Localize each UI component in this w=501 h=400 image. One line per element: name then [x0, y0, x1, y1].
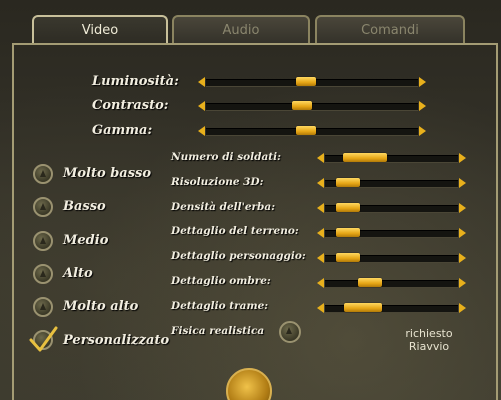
arrow-left-icon[interactable] [317, 278, 324, 288]
brightness-slider[interactable] [198, 77, 426, 87]
preset-molto-alto-radio[interactable] [33, 297, 53, 317]
soldiers-slider[interactable] [317, 153, 466, 163]
slider-thumb[interactable] [335, 203, 360, 212]
arrow-left-icon[interactable] [317, 253, 324, 263]
arrow-right-icon[interactable] [419, 126, 426, 136]
soldiers-label: Numero di soldati: [171, 151, 281, 163]
slider-thumb[interactable] [342, 153, 387, 162]
preset-medio-radio[interactable] [33, 231, 53, 251]
tab-audio[interactable]: Audio [172, 15, 310, 43]
preset-basso-label[interactable]: Basso [63, 199, 106, 214]
tab-audio-label: Audio [222, 22, 260, 38]
terrain-detail-label: Dettaglio del terreno: [171, 225, 299, 237]
video-options-screen: Video Audio Comandi Luminosità: Contrast… [0, 0, 501, 400]
arrow-right-icon[interactable] [459, 303, 466, 313]
tab-video[interactable]: Video [32, 15, 168, 43]
slider-thumb[interactable] [335, 253, 360, 262]
character-detail-slider[interactable] [317, 253, 466, 263]
radio-indicator-icon [40, 270, 46, 277]
realistic-physics-toggle[interactable] [279, 321, 301, 343]
radio-indicator-icon [286, 327, 292, 334]
terrain-detail-slider[interactable] [317, 228, 466, 238]
arrow-left-icon[interactable] [198, 101, 205, 111]
texture-detail-slider[interactable] [317, 303, 466, 313]
resolution-3d-label: Risoluzione 3D: [171, 176, 264, 188]
slider-thumb[interactable] [296, 77, 317, 86]
preset-alto-label[interactable]: Alto [63, 266, 93, 281]
slider-thumb[interactable] [357, 278, 382, 287]
preset-basso-radio[interactable] [33, 197, 53, 217]
preset-personalizzato-label[interactable]: Personalizzato [63, 333, 169, 348]
grass-density-label: Densità dell'erba: [171, 201, 276, 213]
arrow-left-icon[interactable] [317, 153, 324, 163]
checkmark-icon [29, 326, 58, 352]
slider-track [325, 280, 458, 288]
realistic-physics-label: Fisica realistica [171, 325, 265, 337]
arrow-left-icon[interactable] [317, 303, 324, 313]
arrow-left-icon[interactable] [198, 77, 205, 87]
slider-thumb[interactable] [344, 303, 382, 312]
arrow-right-icon[interactable] [419, 77, 426, 87]
slider-thumb[interactable] [292, 101, 313, 110]
resolution-3d-slider[interactable] [317, 178, 466, 188]
preset-molto-basso-label[interactable]: Molto basso [63, 166, 151, 181]
arrow-right-icon[interactable] [459, 253, 466, 263]
slider-thumb[interactable] [335, 178, 360, 187]
arrow-right-icon[interactable] [459, 278, 466, 288]
arrow-right-icon[interactable] [419, 101, 426, 111]
shadow-detail-slider[interactable] [317, 278, 466, 288]
slider-thumb[interactable] [296, 126, 317, 135]
restart-required-note: richiesto Riavvio [392, 327, 466, 353]
radio-indicator-icon [40, 203, 46, 210]
preset-molto-basso-radio[interactable] [33, 164, 53, 184]
preset-medio-label[interactable]: Medio [63, 233, 108, 248]
tab-video-label: Video [81, 22, 119, 38]
tab-comandi-label: Comandi [361, 22, 419, 38]
arrow-right-icon[interactable] [459, 203, 466, 213]
radio-indicator-icon [40, 170, 46, 177]
arrow-right-icon[interactable] [459, 153, 466, 163]
arrow-left-icon[interactable] [317, 228, 324, 238]
preset-molto-alto-label[interactable]: Molto alto [63, 299, 138, 314]
arrow-right-icon[interactable] [459, 178, 466, 188]
radio-indicator-icon [40, 303, 46, 310]
restart-note-line1: richiesto [405, 327, 453, 340]
grass-density-slider[interactable] [317, 203, 466, 213]
gamma-slider[interactable] [198, 126, 426, 136]
arrow-left-icon[interactable] [317, 178, 324, 188]
gamma-label: Gamma: [92, 123, 153, 138]
arrow-left-icon[interactable] [198, 126, 205, 136]
contrast-slider[interactable] [198, 101, 426, 111]
shadow-detail-label: Dettaglio ombre: [171, 275, 271, 287]
tab-comandi[interactable]: Comandi [315, 15, 465, 43]
arrow-left-icon[interactable] [317, 203, 324, 213]
arrow-right-icon[interactable] [459, 228, 466, 238]
character-detail-label: Dettaglio personaggio: [171, 250, 306, 262]
restart-note-line2: Riavvio [408, 340, 450, 353]
slider-thumb[interactable] [335, 228, 360, 237]
contrast-label: Contrasto: [92, 98, 169, 113]
radio-indicator-icon [40, 237, 46, 244]
preset-alto-radio[interactable] [33, 264, 53, 284]
texture-detail-label: Dettaglio trame: [171, 300, 269, 312]
brightness-label: Luminosità: [92, 74, 179, 89]
